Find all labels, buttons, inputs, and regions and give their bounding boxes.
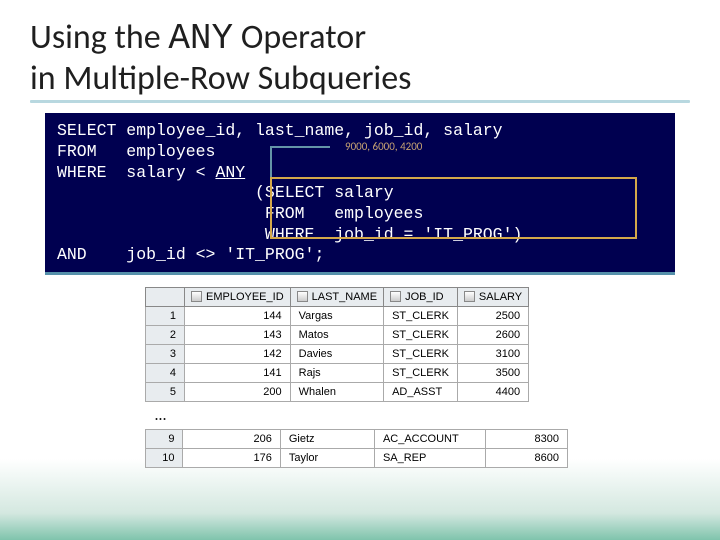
title-text-a: Using the bbox=[30, 17, 168, 58]
sql-code-block: SELECT employee_id, last_name, job_id, s… bbox=[45, 113, 675, 274]
sql-line-3: WHERE salary < ANY bbox=[57, 163, 663, 184]
sql-line-6: WHERE job_id = 'IT_PROG') bbox=[57, 225, 663, 246]
arrow-connector bbox=[270, 146, 330, 183]
result-table-2: 9206GietzAC_ACCOUNT8300 10176TaylorSA_RE… bbox=[145, 429, 568, 468]
title-text-b: Operator bbox=[233, 17, 366, 58]
sql-line-1: SELECT employee_id, last_name, job_id, s… bbox=[57, 121, 663, 142]
table-row: 4141RajsST_CLERK3500 bbox=[146, 363, 529, 382]
table-row: 3142DaviesST_CLERK3100 bbox=[146, 344, 529, 363]
col-salary: SALARY bbox=[457, 287, 528, 306]
any-keyword: ANY bbox=[215, 163, 245, 182]
col-employee-id: EMPLOYEE_ID bbox=[185, 287, 291, 306]
sort-icon bbox=[390, 291, 401, 302]
sql-line-7: AND job_id <> 'IT_PROG'; bbox=[57, 245, 663, 266]
col-job-id: JOB_ID bbox=[384, 287, 458, 306]
title-text-c: in Multiple-Row Subqueries bbox=[30, 58, 411, 99]
sort-icon bbox=[464, 291, 475, 302]
result-values-annotation: 9000, 6000, 4200 bbox=[345, 140, 422, 154]
table-row: 1144VargasST_CLERK2500 bbox=[146, 306, 529, 325]
sql-line-4: (SELECT salary bbox=[57, 183, 663, 204]
table-row: 9206GietzAC_ACCOUNT8300 bbox=[146, 429, 568, 448]
title-mono: ANY bbox=[168, 18, 233, 59]
table-row: 2143MatosST_CLERK2600 bbox=[146, 325, 529, 344]
table-row: 10176TaylorSA_REP8600 bbox=[146, 448, 568, 467]
ellipsis: … bbox=[155, 406, 720, 425]
sort-icon bbox=[297, 291, 308, 302]
rownum-header bbox=[146, 287, 185, 306]
sort-icon bbox=[191, 291, 202, 302]
sql-line-5: FROM employees bbox=[57, 204, 663, 225]
title-underline bbox=[30, 100, 690, 103]
result-table-1: EMPLOYEE_ID LAST_NAME JOB_ID SALARY 1144… bbox=[145, 287, 568, 402]
col-last-name: LAST_NAME bbox=[290, 287, 383, 306]
table-header-row: EMPLOYEE_ID LAST_NAME JOB_ID SALARY bbox=[146, 287, 529, 306]
table-row: 5200WhalenAD_ASST4400 bbox=[146, 382, 529, 401]
slide-title: Using the ANY Operator in Multiple-Row S… bbox=[0, 0, 720, 98]
